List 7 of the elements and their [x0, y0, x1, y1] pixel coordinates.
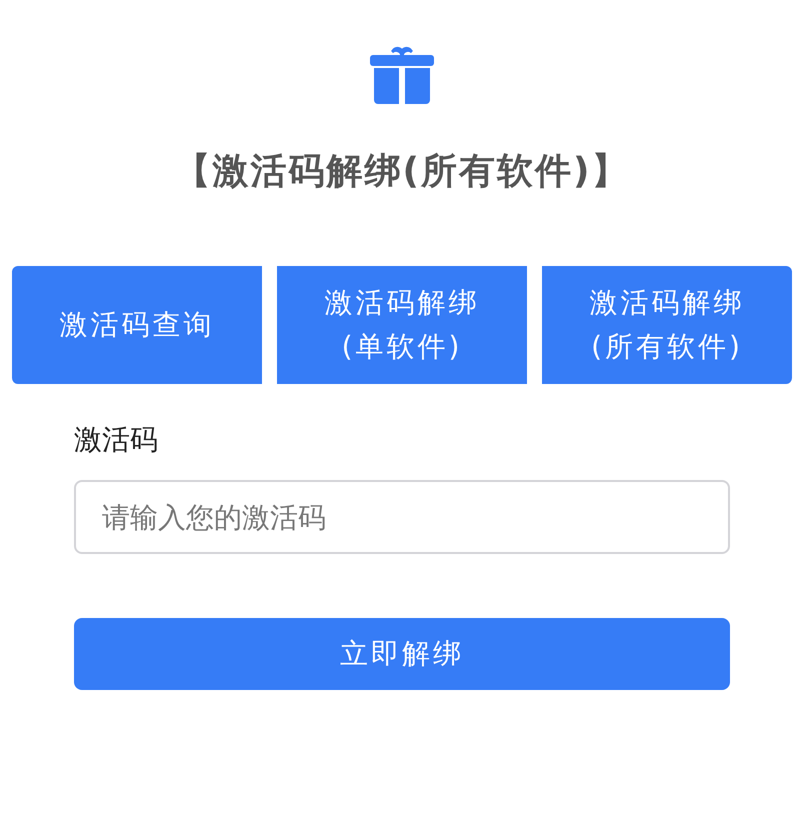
page-title: 【激活码解绑(所有软件)】: [174, 150, 630, 194]
tab[interactable]: 激活码解绑 (单软件): [277, 266, 527, 384]
tab[interactable]: 激活码解绑 (所有软件): [542, 266, 792, 384]
input-field[interactable]: 请输入您的激活码: [74, 480, 730, 554]
field-label: 激活码: [74, 422, 159, 458]
submit-button[interactable]: 立即解绑: [74, 618, 730, 690]
tab[interactable]: 激活码查询: [12, 266, 262, 384]
